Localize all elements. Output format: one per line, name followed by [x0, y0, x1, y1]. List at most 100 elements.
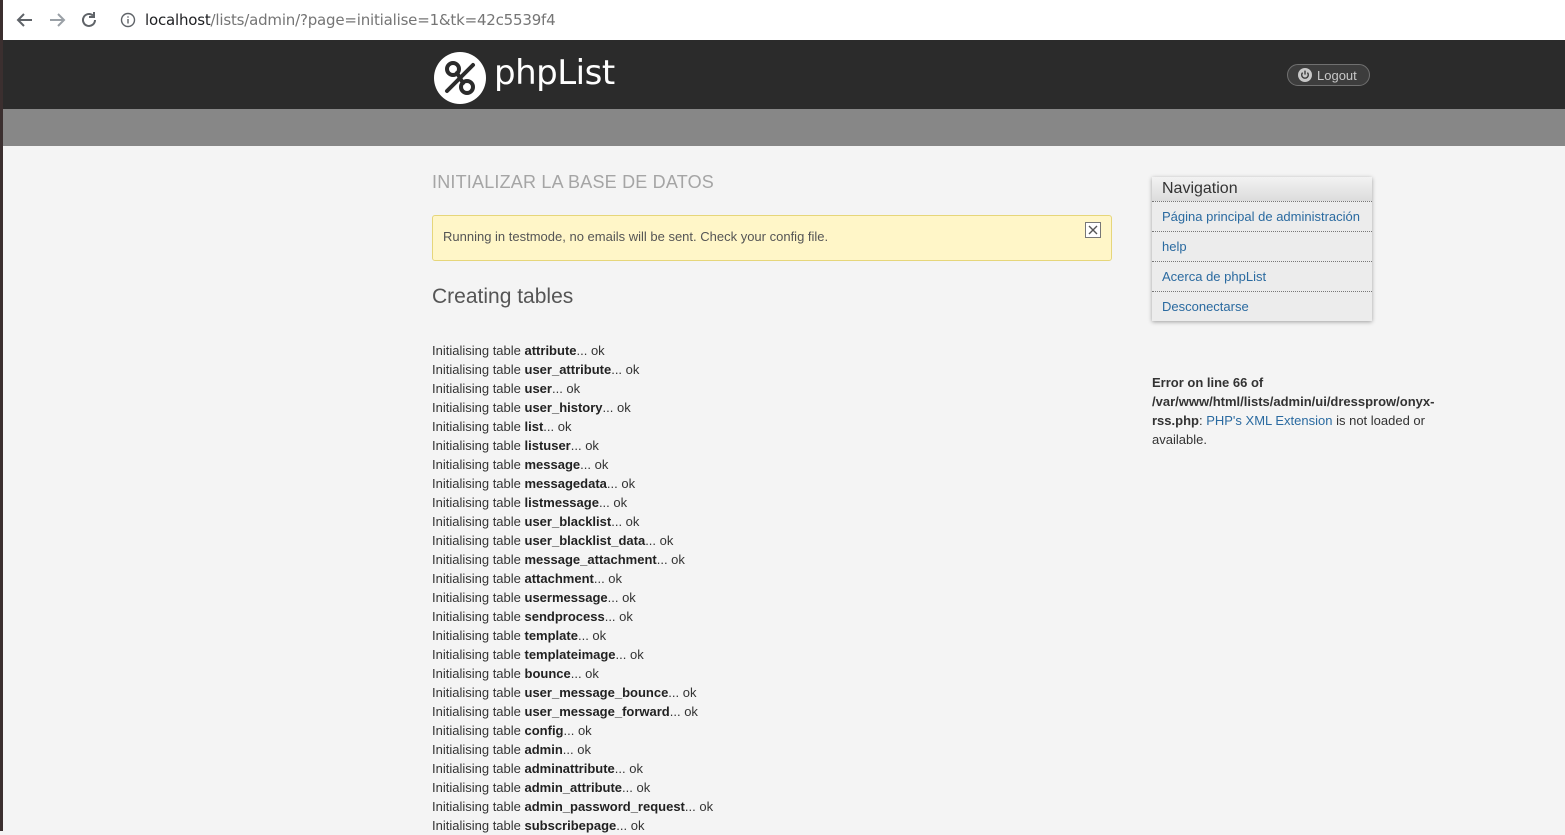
- line-status: ... ok: [668, 685, 697, 700]
- error-message: Error on line 66 of /var/www/html/lists/…: [1152, 373, 1442, 449]
- line-status: ... ok: [598, 495, 628, 510]
- line-status: ... ok: [607, 590, 636, 605]
- line-prefix: Initialising table: [432, 381, 525, 396]
- line-status: ... ok: [580, 457, 609, 472]
- table-init-line: Initialising table usermessage... ok: [432, 588, 713, 607]
- line-status: ... ok: [570, 438, 599, 453]
- table-name: message: [524, 457, 581, 472]
- table-name: attachment: [524, 571, 594, 586]
- line-prefix: Initialising table: [432, 571, 525, 586]
- line-prefix: Initialising table: [432, 476, 525, 491]
- table-init-line: Initialising table user_history... ok: [432, 398, 713, 417]
- table-name: templateimage: [524, 647, 616, 662]
- line-status: ... ok: [614, 761, 643, 776]
- browser-toolbar: localhost/lists/admin/?page=initialise=1…: [3, 0, 1565, 41]
- line-prefix: Initialising table: [432, 400, 525, 415]
- section-heading: Creating tables: [432, 285, 574, 308]
- nav-link-about[interactable]: Acerca de phpList: [1152, 261, 1372, 291]
- table-name: sendprocess: [524, 609, 605, 624]
- line-status: ... ok: [604, 609, 633, 624]
- table-init-line: Initialising table attachment... ok: [432, 569, 713, 588]
- table-name: template: [524, 628, 578, 643]
- line-status: ... ok: [611, 362, 640, 377]
- xml-extension-link[interactable]: PHP's XML Extension: [1206, 413, 1332, 428]
- reload-button[interactable]: [77, 8, 101, 32]
- nav-link-admin-home[interactable]: Página principal de administración: [1152, 201, 1372, 231]
- table-name: listuser: [524, 438, 571, 453]
- nav-link-logout[interactable]: Desconectarse: [1152, 291, 1372, 321]
- line-prefix: Initialising table: [432, 742, 525, 757]
- table-init-line: Initialising table subscribepage... ok: [432, 816, 713, 835]
- table-name: user_history: [524, 400, 603, 415]
- table-init-line: Initialising table admin... ok: [432, 740, 713, 759]
- line-prefix: Initialising table: [432, 628, 525, 643]
- line-prefix: Initialising table: [432, 723, 525, 738]
- table-name: user_blacklist_data: [524, 533, 646, 548]
- table-name: admin_password_request: [524, 799, 685, 814]
- line-status: ... ok: [656, 552, 685, 567]
- nav-link-help[interactable]: help: [1152, 231, 1372, 261]
- line-prefix: Initialising table: [432, 761, 525, 776]
- table-name: bounce: [524, 666, 571, 681]
- line-status: ... ok: [669, 704, 698, 719]
- line-status: ... ok: [563, 723, 592, 738]
- alert-close-button[interactable]: [1085, 222, 1101, 238]
- table-init-line: Initialising table templateimage... ok: [432, 645, 713, 664]
- table-init-line: Initialising table sendprocess... ok: [432, 607, 713, 626]
- menu-bar: [3, 109, 1565, 146]
- table-init-line: Initialising table listmessage... ok: [432, 493, 713, 512]
- alert-text: Running in testmode, no emails will be s…: [443, 229, 829, 244]
- line-prefix: Initialising table: [432, 647, 525, 662]
- url-host: localhost: [145, 11, 211, 29]
- table-init-line: Initialising table admin_password_reques…: [432, 797, 713, 816]
- table-name: config: [524, 723, 564, 738]
- logout-button[interactable]: Logout: [1287, 64, 1370, 86]
- line-prefix: Initialising table: [432, 514, 525, 529]
- back-button[interactable]: [13, 8, 37, 32]
- line-status: ... ok: [602, 400, 631, 415]
- table-init-line: Initialising table message... ok: [432, 455, 713, 474]
- line-status: ... ok: [562, 742, 591, 757]
- close-icon: [1088, 225, 1098, 235]
- table-init-line: Initialising table adminattribute... ok: [432, 759, 713, 778]
- table-name: list: [524, 419, 544, 434]
- table-init-line: Initialising table user_blacklist_data..…: [432, 531, 713, 550]
- table-init-line: Initialising table user_message_forward.…: [432, 702, 713, 721]
- logo-text[interactable]: phpList: [494, 53, 615, 93]
- table-init-log: Initialising table attribute... ok Initia…: [432, 341, 713, 835]
- line-prefix: Initialising table: [432, 362, 525, 377]
- line-prefix: Initialising table: [432, 533, 525, 548]
- line-prefix: Initialising table: [432, 495, 525, 510]
- line-status: ... ok: [622, 780, 651, 795]
- table-init-line: Initialising table admin_attribute... ok: [432, 778, 713, 797]
- line-status: ... ok: [593, 571, 623, 586]
- table-init-line: Initialising table user_attribute... ok: [432, 360, 713, 379]
- table-name: admin_attribute: [524, 780, 623, 795]
- table-init-line: Initialising table bounce... ok: [432, 664, 713, 683]
- table-name: usermessage: [524, 590, 608, 605]
- phplist-logo-icon[interactable]: [433, 51, 487, 105]
- table-init-line: Initialising table list... ok: [432, 417, 713, 436]
- line-status: ... ok: [606, 476, 636, 491]
- line-prefix: Initialising table: [432, 419, 525, 434]
- table-init-line: Initialising table message_attachment...…: [432, 550, 713, 569]
- testmode-alert: Running in testmode, no emails will be s…: [432, 215, 1112, 261]
- forward-button[interactable]: [45, 8, 69, 32]
- table-name: user: [524, 381, 552, 396]
- line-prefix: Initialising table: [432, 780, 525, 795]
- address-bar[interactable]: localhost/lists/admin/?page=initialise=1…: [145, 11, 556, 29]
- table-name: admin: [524, 742, 563, 757]
- table-init-line: Initialising table config... ok: [432, 721, 713, 740]
- line-prefix: Initialising table: [432, 438, 525, 453]
- back-arrow-icon: [16, 13, 32, 27]
- line-prefix: Initialising table: [432, 685, 525, 700]
- line-prefix: Initialising table: [432, 799, 525, 814]
- line-status: ... ok: [577, 628, 607, 643]
- table-init-line: Initialising table listuser... ok: [432, 436, 713, 455]
- line-status: ... ok: [684, 799, 714, 814]
- table-name: adminattribute: [524, 761, 615, 776]
- table-name: user_message_bounce: [524, 685, 669, 700]
- reload-icon: [82, 12, 96, 27]
- info-icon[interactable]: [120, 12, 136, 28]
- table-name: user_attribute: [524, 362, 612, 377]
